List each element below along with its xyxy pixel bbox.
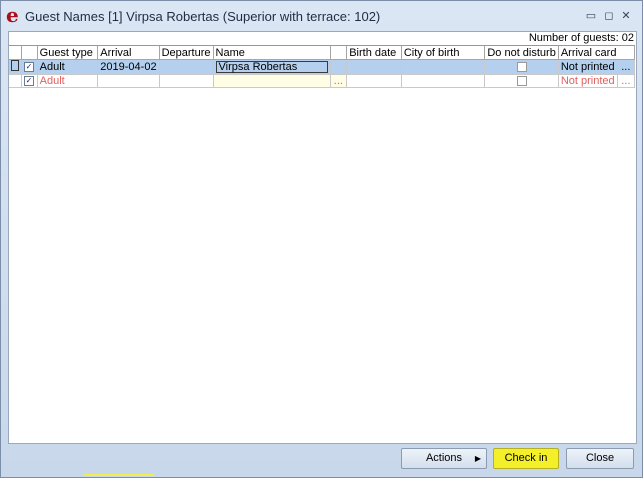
taskbar-highlight — [84, 474, 154, 476]
do-not-disturb-cell[interactable] — [484, 74, 559, 88]
name-input[interactable]: Virpsa Robertas — [215, 61, 328, 73]
checkmark-icon: ✓ — [24, 62, 34, 73]
birth-date-cell[interactable] — [346, 74, 402, 88]
title-bar[interactable]: e Guest Names [1] Virpsa Robertas (Super… — [1, 1, 642, 31]
column-header-departure[interactable]: Departure — [159, 46, 214, 60]
header-row: Guest type Arrival Departure Name Birth … — [9, 46, 636, 60]
row-indicator[interactable] — [9, 59, 22, 75]
name-lookup-button[interactable]: ... — [330, 74, 348, 88]
city-of-birth-cell[interactable] — [401, 74, 486, 88]
guest-type-cell[interactable]: Adult — [37, 59, 99, 75]
row-indicator[interactable] — [9, 74, 22, 88]
name-lookup-button[interactable] — [330, 59, 348, 75]
column-header-city-of-birth[interactable]: City of birth — [401, 46, 486, 60]
arrival-card-cell[interactable]: Not printed — [558, 59, 618, 75]
column-header-name-button — [330, 46, 348, 60]
city-of-birth-cell[interactable] — [401, 59, 486, 75]
column-header-arrival-card[interactable]: Arrival card — [558, 46, 636, 60]
row-select-checkbox[interactable]: ✓ — [21, 59, 38, 75]
column-header-birth-date[interactable]: Birth date — [346, 46, 402, 60]
actions-button[interactable]: Actions ▶ — [401, 448, 487, 469]
arrival-cell[interactable]: 2019-04-02 — [97, 59, 160, 75]
do-not-disturb-cell[interactable] — [484, 59, 559, 75]
column-header-guest-type[interactable]: Guest type — [37, 46, 99, 60]
arrival-card-button[interactable]: ... — [617, 59, 636, 75]
table-row[interactable]: ✓ Adult ... Not printed ... — [9, 74, 636, 88]
maximize-button[interactable]: ◻ — [603, 10, 615, 22]
guest-panel: Number of guests: 02 Guest type Arrival … — [8, 31, 637, 444]
departure-cell[interactable] — [159, 74, 214, 88]
close-window-button[interactable]: ✕ — [620, 10, 632, 22]
app-logo-icon: e — [6, 3, 19, 27]
checkmark-icon: ✓ — [24, 76, 34, 87]
guest-table: Guest type Arrival Departure Name Birth … — [9, 46, 636, 88]
window-title: Guest Names [1] Virpsa Robertas (Superio… — [25, 9, 381, 24]
row-select-checkbox[interactable]: ✓ — [21, 74, 38, 88]
arrival-card-button[interactable]: ... — [617, 74, 636, 88]
arrow-right-icon: ▶ — [474, 454, 481, 463]
select-header — [21, 46, 38, 60]
row-indicator-header — [9, 46, 22, 60]
birth-date-cell[interactable] — [346, 59, 402, 75]
guest-grid[interactable]: Guest type Arrival Departure Name Birth … — [9, 45, 636, 443]
guest-type-cell[interactable]: Adult — [37, 74, 99, 88]
do-not-disturb-checkbox[interactable] — [516, 62, 527, 73]
arrival-cell[interactable] — [97, 74, 160, 88]
do-not-disturb-checkbox[interactable] — [516, 76, 527, 87]
name-cell[interactable] — [213, 74, 331, 88]
name-cell[interactable]: Virpsa Robertas — [213, 59, 331, 75]
check-in-button[interactable]: Check in — [493, 448, 559, 469]
table-row[interactable]: ✓ Adult 2019-04-02 Virpsa Robertas Not p… — [9, 59, 636, 75]
guest-count-label: Number of guests: 02 — [528, 32, 634, 44]
guest-names-window: e Guest Names [1] Virpsa Robertas (Super… — [0, 0, 643, 478]
minimize-button[interactable]: ▭ — [585, 10, 597, 22]
actions-label: Actions — [425, 452, 463, 464]
close-button[interactable]: Close — [566, 448, 634, 469]
column-header-arrival[interactable]: Arrival — [97, 46, 160, 60]
departure-cell[interactable] — [159, 59, 214, 75]
arrival-card-cell[interactable]: Not printed — [558, 74, 618, 88]
button-bar: Actions ▶ Check in Close — [1, 443, 642, 477]
column-header-name[interactable]: Name — [213, 46, 331, 60]
column-header-do-not-disturb[interactable]: Do not disturb — [484, 46, 559, 60]
